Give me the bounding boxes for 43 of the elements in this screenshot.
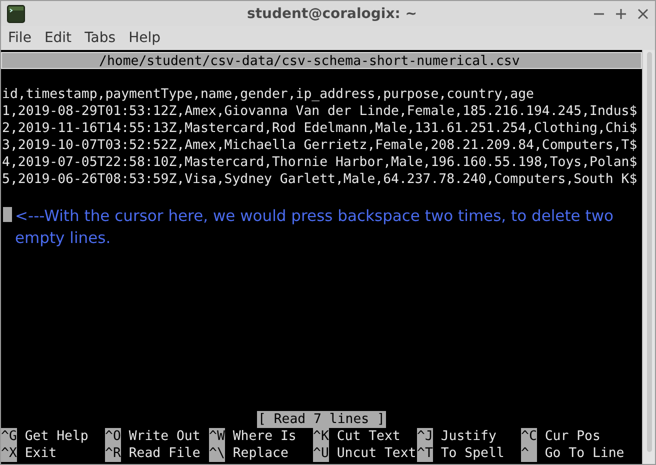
file-line: 3,2019-10-07T03:52:52Z,Amex,Michaella Gerrietz,Female,208.21.209.84,Computers,T$ xyxy=(1,137,638,154)
shortcut-key: ^J xyxy=(417,428,433,445)
shortcut-label: Go To Line xyxy=(544,445,624,462)
terminal-icon xyxy=(7,4,25,22)
status-message: [ Read 7 lines ] xyxy=(256,411,386,428)
shortcut-key: ^R xyxy=(105,445,121,462)
shortcut-key: ^ xyxy=(521,445,537,462)
shortcut-label: Read File xyxy=(128,445,200,462)
file-line: 2,2019-11-16T14:55:13Z,Mastercard,Rod Edelmann,Male,131.61.251.254,Clothing,Chi$ xyxy=(1,120,638,137)
shortcut-label: Exit xyxy=(24,445,57,462)
shortcut-key: ^\ xyxy=(209,445,225,462)
shortcut-key: ^G xyxy=(1,428,17,445)
shortcut-label: Replace xyxy=(232,445,288,462)
shortcut-label: Cut Text xyxy=(336,428,400,445)
shortcut-label: Write Out xyxy=(128,428,200,445)
menu-item[interactable]: File xyxy=(8,30,32,46)
shortcut-key: ^O xyxy=(105,428,121,445)
menu-item[interactable]: Edit xyxy=(44,30,72,46)
shortcut-key: ^W xyxy=(209,428,225,445)
shortcut-label: Where Is xyxy=(232,428,296,445)
shortcut-key: ^K xyxy=(313,428,329,445)
shortcut-key: ^X xyxy=(1,445,17,462)
file-path-header: /home/student/csv-data/csv-schema-short-numerical.csv xyxy=(1,52,642,69)
shortcut-label: Get Help xyxy=(24,428,88,445)
shortcut-key: ^C xyxy=(521,428,537,445)
file-line: 1,2019-08-29T01:53:12Z,Amex,Giovanna Van der Linde,Female,185.216.194.245,Indus$ xyxy=(1,103,638,120)
shortcut-key: ^U xyxy=(313,445,329,462)
shortcut-label: To Spell xyxy=(440,445,504,462)
shortcut-label: Justify xyxy=(440,428,496,445)
file-line: 4,2019-07-05T22:58:10Z,Mastercard,Thornie Harbor,Male,196.160.55.198,Toys,Polan$ xyxy=(1,154,638,171)
menu-item[interactable]: Help xyxy=(128,30,160,46)
text-cursor xyxy=(3,207,12,222)
menu-item[interactable]: Tabs xyxy=(84,30,116,46)
scrollbar[interactable] xyxy=(642,50,655,464)
close-icon[interactable] xyxy=(637,8,649,20)
window-title: student@coralogix: ~ xyxy=(246,6,418,22)
maximize-icon[interactable] xyxy=(615,8,627,20)
shortcut-key: ^T xyxy=(417,445,433,462)
annotation-text: <---With the cursor here, we would press backspace two times, to delete two empty lines. xyxy=(14,206,614,249)
shortcut-label: Uncut Text xyxy=(336,445,416,462)
shortcut-label: Cur Pos xyxy=(544,428,600,445)
file-line: 5,2019-06-26T08:53:59Z,Visa,Sydney Garlett,Male,64.237.78.240,Computers,South K$ xyxy=(1,171,638,188)
file-line: id,timestamp,paymentType,name,gender,ip_address,purpose,country,age xyxy=(1,86,535,103)
